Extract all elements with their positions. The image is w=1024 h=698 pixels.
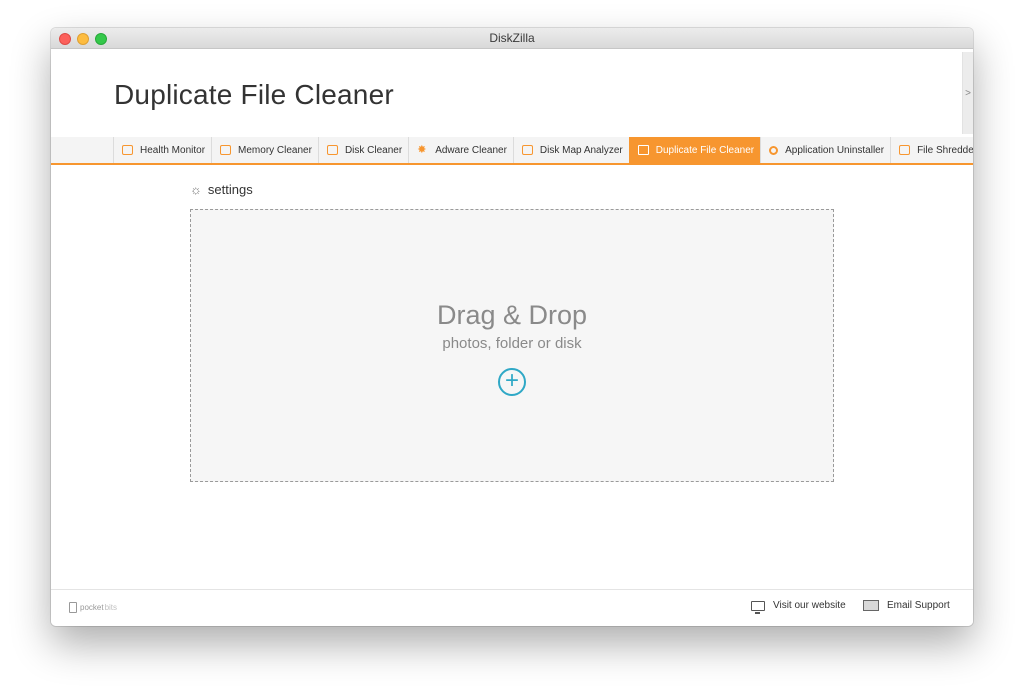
page-title: Duplicate File Cleaner bbox=[114, 79, 394, 110]
gear-icon bbox=[769, 145, 779, 155]
drop-zone-subtitle: photos, folder or disk bbox=[442, 335, 582, 352]
app-window: DiskZilla Duplicate File Cleaner > Healt… bbox=[51, 28, 973, 626]
monitor-icon bbox=[220, 145, 232, 155]
tab-bar: Health Monitor Memory Cleaner Disk Clean… bbox=[51, 137, 973, 165]
tab-duplicate-file-cleaner[interactable]: Duplicate File Cleaner bbox=[628, 137, 761, 163]
side-panel-toggle[interactable]: > bbox=[962, 52, 973, 134]
tab-application-uninstaller[interactable]: Application Uninstaller bbox=[760, 137, 890, 163]
window-title: DiskZilla bbox=[489, 31, 535, 45]
tab-label: Memory Cleaner bbox=[238, 144, 312, 156]
tab-label: Disk Cleaner bbox=[344, 144, 403, 156]
tab-label: File Shredder bbox=[917, 144, 973, 156]
pocketbits-logo: pocket bits bbox=[69, 602, 117, 613]
bug-icon: ✸ bbox=[417, 143, 427, 156]
gear-icon: ☼ bbox=[190, 182, 202, 197]
tab-disk-cleaner[interactable]: Disk Cleaner bbox=[317, 137, 408, 163]
settings-label: settings bbox=[207, 182, 253, 197]
brand-text: pocket bbox=[80, 603, 104, 612]
tab-label: Health Monitor bbox=[140, 144, 206, 156]
tab-label: Application Uninstaller bbox=[785, 144, 885, 156]
disk-icon bbox=[326, 145, 338, 155]
tab-file-shredder[interactable]: File Shredder bbox=[890, 137, 973, 163]
drop-zone[interactable]: Drag & Drop photos, folder or disk + bbox=[190, 209, 834, 482]
battery-icon bbox=[69, 602, 77, 613]
list-icon bbox=[122, 145, 133, 155]
mail-icon bbox=[863, 600, 879, 611]
visit-website-label: Visit our website bbox=[773, 600, 846, 611]
tab-label: Duplicate File Cleaner bbox=[655, 144, 755, 156]
chevron-right-icon: > bbox=[965, 88, 971, 99]
monitor-icon bbox=[751, 600, 765, 614]
email-support-link[interactable]: Email Support bbox=[863, 600, 950, 611]
header: Duplicate File Cleaner > bbox=[51, 49, 973, 137]
tab-health-monitor[interactable]: Health Monitor bbox=[113, 137, 211, 163]
brand-text-bits: bits bbox=[104, 603, 118, 612]
footer: pocket bits Visit our website Email Supp… bbox=[51, 589, 973, 626]
add-plus-icon[interactable]: + bbox=[498, 368, 526, 396]
settings-button[interactable]: ☼ settings bbox=[190, 182, 253, 197]
minimize-window-button[interactable] bbox=[77, 33, 89, 45]
maximize-window-button[interactable] bbox=[95, 33, 107, 45]
tab-memory-cleaner[interactable]: Memory Cleaner bbox=[211, 137, 318, 163]
chart-icon bbox=[521, 145, 533, 155]
drop-zone-title: Drag & Drop bbox=[436, 300, 588, 330]
duplicate-icon bbox=[637, 145, 649, 155]
tab-adware-cleaner[interactable]: ✸ Adware Cleaner bbox=[408, 137, 513, 163]
tab-label: Adware Cleaner bbox=[435, 144, 507, 156]
title-bar: DiskZilla bbox=[51, 28, 973, 49]
tab-label: Disk Map Analyzer bbox=[539, 144, 623, 156]
visit-website-link[interactable]: Visit our website bbox=[751, 600, 846, 614]
close-window-button[interactable] bbox=[59, 33, 71, 45]
shredder-icon bbox=[899, 145, 911, 155]
email-support-label: Email Support bbox=[887, 600, 950, 611]
tab-disk-map-analyzer[interactable]: Disk Map Analyzer bbox=[512, 137, 629, 163]
